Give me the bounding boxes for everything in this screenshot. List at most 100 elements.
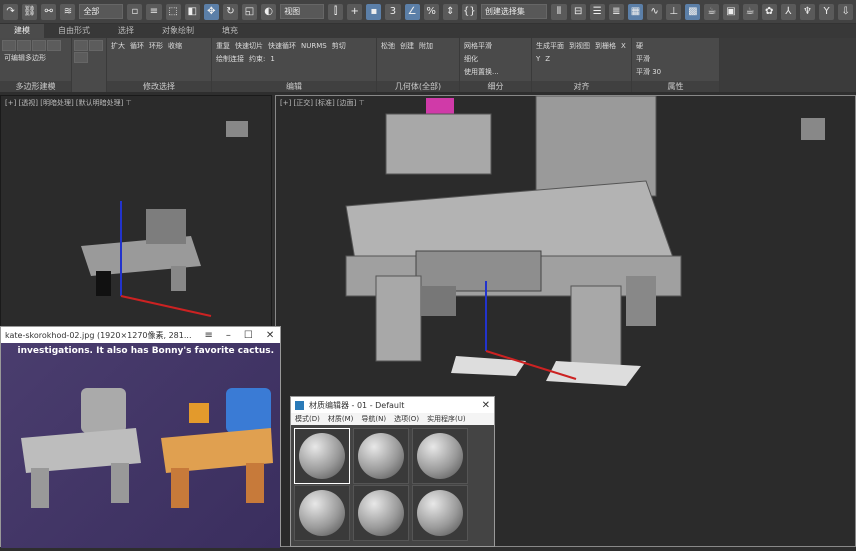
repeat-button[interactable]: 重复	[214, 40, 232, 52]
edit-named-sets-icon[interactable]: {}	[461, 3, 477, 20]
create-button[interactable]: 创建	[398, 40, 416, 52]
snap-toggle-icon[interactable]: 3	[385, 3, 401, 20]
close-icon[interactable]: ✕	[482, 400, 490, 411]
menu-navigation[interactable]: 导航(N)	[361, 414, 386, 424]
material-slot[interactable]	[294, 428, 350, 484]
pivot-icon[interactable]: ⫿	[328, 3, 344, 20]
tab-freeform[interactable]: 自由形式	[44, 24, 104, 38]
manipulate-icon[interactable]: +	[347, 3, 363, 20]
bone-icon[interactable]: ♆	[799, 3, 815, 20]
ring-button[interactable]: 环形	[147, 40, 165, 52]
close-icon[interactable]: ✕	[266, 330, 274, 341]
select-by-name-icon[interactable]: ≡	[146, 3, 162, 20]
selection-filter-dropdown[interactable]: 全部	[79, 4, 124, 19]
to-view-button[interactable]: 到视图	[567, 40, 592, 52]
edge-icon[interactable]	[17, 40, 31, 51]
minimize-icon[interactable]: –	[226, 330, 231, 341]
material-editor-titlebar[interactable]: 材质编辑器 - 01 - Default ✕	[291, 397, 494, 413]
ref-coord-dropdown[interactable]: 视图	[280, 4, 325, 19]
poly-modeling-title[interactable]: 多边形建模	[0, 81, 71, 92]
window-crossing-icon[interactable]: ◧	[184, 3, 200, 20]
menu-utilities[interactable]: 实用程序(U)	[427, 414, 466, 424]
tab-selection[interactable]: 选择	[104, 24, 148, 38]
show-result-icon[interactable]	[74, 52, 88, 63]
link-icon[interactable]: ⛓	[22, 3, 38, 20]
shrink-button[interactable]: 收缩	[166, 40, 184, 52]
align-icon[interactable]: ⊟	[570, 3, 586, 20]
curve-editor-icon[interactable]: ∿	[647, 3, 663, 20]
bind-spacewarp-icon[interactable]: ≋	[60, 3, 76, 20]
menu-material[interactable]: 材质(M)	[328, 414, 354, 424]
named-selection-dropdown[interactable]: 创建选择集	[480, 4, 548, 19]
geometry-title[interactable]: 几何体(全部)	[377, 81, 459, 92]
border-icon[interactable]	[32, 40, 46, 51]
tab-object-paint[interactable]: 对象绘制	[148, 24, 208, 38]
to-grid-button[interactable]: 到栅格	[593, 40, 618, 52]
paint-connect-button[interactable]: 绘制连接	[214, 53, 246, 65]
smooth-button[interactable]: 平滑	[634, 53, 717, 65]
menu-options[interactable]: 选项(O)	[394, 414, 419, 424]
hard-button[interactable]: 硬	[634, 40, 717, 52]
viewport-label[interactable]: [+] [透视] [明暗处理] [默认明暗处理] ⊤	[5, 98, 132, 108]
scale-icon[interactable]: ◱	[241, 3, 258, 20]
use-displacement-button[interactable]: 使用置换...	[462, 66, 529, 78]
viewport-label-main[interactable]: [+] [正交] [标准] [边面] ⊤	[280, 98, 365, 108]
rotate-icon[interactable]: ↻	[222, 3, 238, 20]
align-title[interactable]: 对齐	[532, 81, 631, 92]
place-icon[interactable]: ◐	[261, 3, 277, 20]
stack-up-icon[interactable]	[74, 40, 88, 51]
meshsmooth-button[interactable]: 网格平滑	[462, 40, 529, 52]
layer-explorer-icon[interactable]: ≣	[608, 3, 624, 20]
material-slot[interactable]	[294, 485, 350, 541]
image-viewer-titlebar[interactable]: kate-skorokhod-02.jpg (1920×1270像素, 281.…	[1, 327, 280, 343]
edit-title[interactable]: 编辑	[212, 81, 376, 92]
align-y-button[interactable]: Y	[534, 53, 542, 65]
perspective-viewport[interactable]: [+] [透视] [明暗处理] [默认明暗处理] ⊤	[0, 95, 272, 327]
tab-populate[interactable]: 填充	[208, 24, 252, 38]
relax-button[interactable]: 松弛	[379, 40, 397, 52]
menu-icon[interactable]: ≡	[205, 330, 213, 341]
cut-button[interactable]: 剪切	[330, 40, 348, 52]
spinner-value[interactable]: 1	[268, 53, 276, 65]
quickloop-button[interactable]: 快速循环	[266, 40, 298, 52]
align-z-button[interactable]: Z	[543, 53, 552, 65]
modify-selection-title[interactable]: 修改选择	[107, 81, 211, 92]
mirror-icon[interactable]: ⫴	[551, 3, 567, 20]
polygon-icon[interactable]	[47, 40, 61, 51]
properties-title[interactable]: 属性	[632, 81, 719, 92]
ai-tool-icon[interactable]: ✿	[761, 3, 777, 20]
walk-icon[interactable]: ⅄	[780, 3, 796, 20]
vertex-icon[interactable]	[2, 40, 16, 51]
scene-explorer-icon[interactable]: ☰	[589, 3, 605, 20]
biped-icon[interactable]: Y	[819, 3, 835, 20]
render-icon[interactable]: ☕	[742, 3, 758, 20]
subdivision-title[interactable]: 细分	[460, 81, 531, 92]
menu-mode[interactable]: 模式(D)	[295, 414, 320, 424]
material-slot[interactable]	[353, 485, 409, 541]
move-icon[interactable]: ✥	[203, 3, 219, 20]
keyboard-shortcut-icon[interactable]: ▪	[366, 3, 382, 20]
align-x-button[interactable]: X	[619, 40, 628, 52]
material-slot[interactable]	[412, 428, 468, 484]
material-slot[interactable]	[412, 485, 468, 541]
select-object-icon[interactable]: ▫	[127, 3, 143, 20]
schematic-view-icon[interactable]: ⊥	[666, 3, 682, 20]
quickslice-button[interactable]: 快速切片	[233, 40, 265, 52]
smooth-30-button[interactable]: 平滑 30	[634, 66, 717, 78]
ribbon-toggle-icon[interactable]: ▦	[627, 3, 644, 20]
grow-button[interactable]: 扩大	[109, 40, 127, 52]
loop-button[interactable]: 循环	[128, 40, 146, 52]
rect-selection-icon[interactable]: ⬚	[165, 3, 181, 20]
rendered-frame-icon[interactable]: ▣	[723, 3, 739, 20]
tessellate-button[interactable]: 细化	[462, 53, 529, 65]
material-slot[interactable]	[353, 428, 409, 484]
nurms-button[interactable]: NURMS	[299, 40, 329, 52]
maximize-icon[interactable]: ☐	[244, 330, 253, 341]
tab-modeling[interactable]: 建模	[0, 24, 44, 38]
angle-snap-icon[interactable]: ∠	[404, 3, 420, 20]
make-planar-button[interactable]: 生成平面	[534, 40, 566, 52]
stack-down-icon[interactable]	[89, 40, 103, 51]
attach-button[interactable]: 附加	[417, 40, 435, 52]
material-editor-icon[interactable]: ▩	[685, 3, 701, 20]
render-setup-icon[interactable]: ☕	[704, 3, 720, 20]
